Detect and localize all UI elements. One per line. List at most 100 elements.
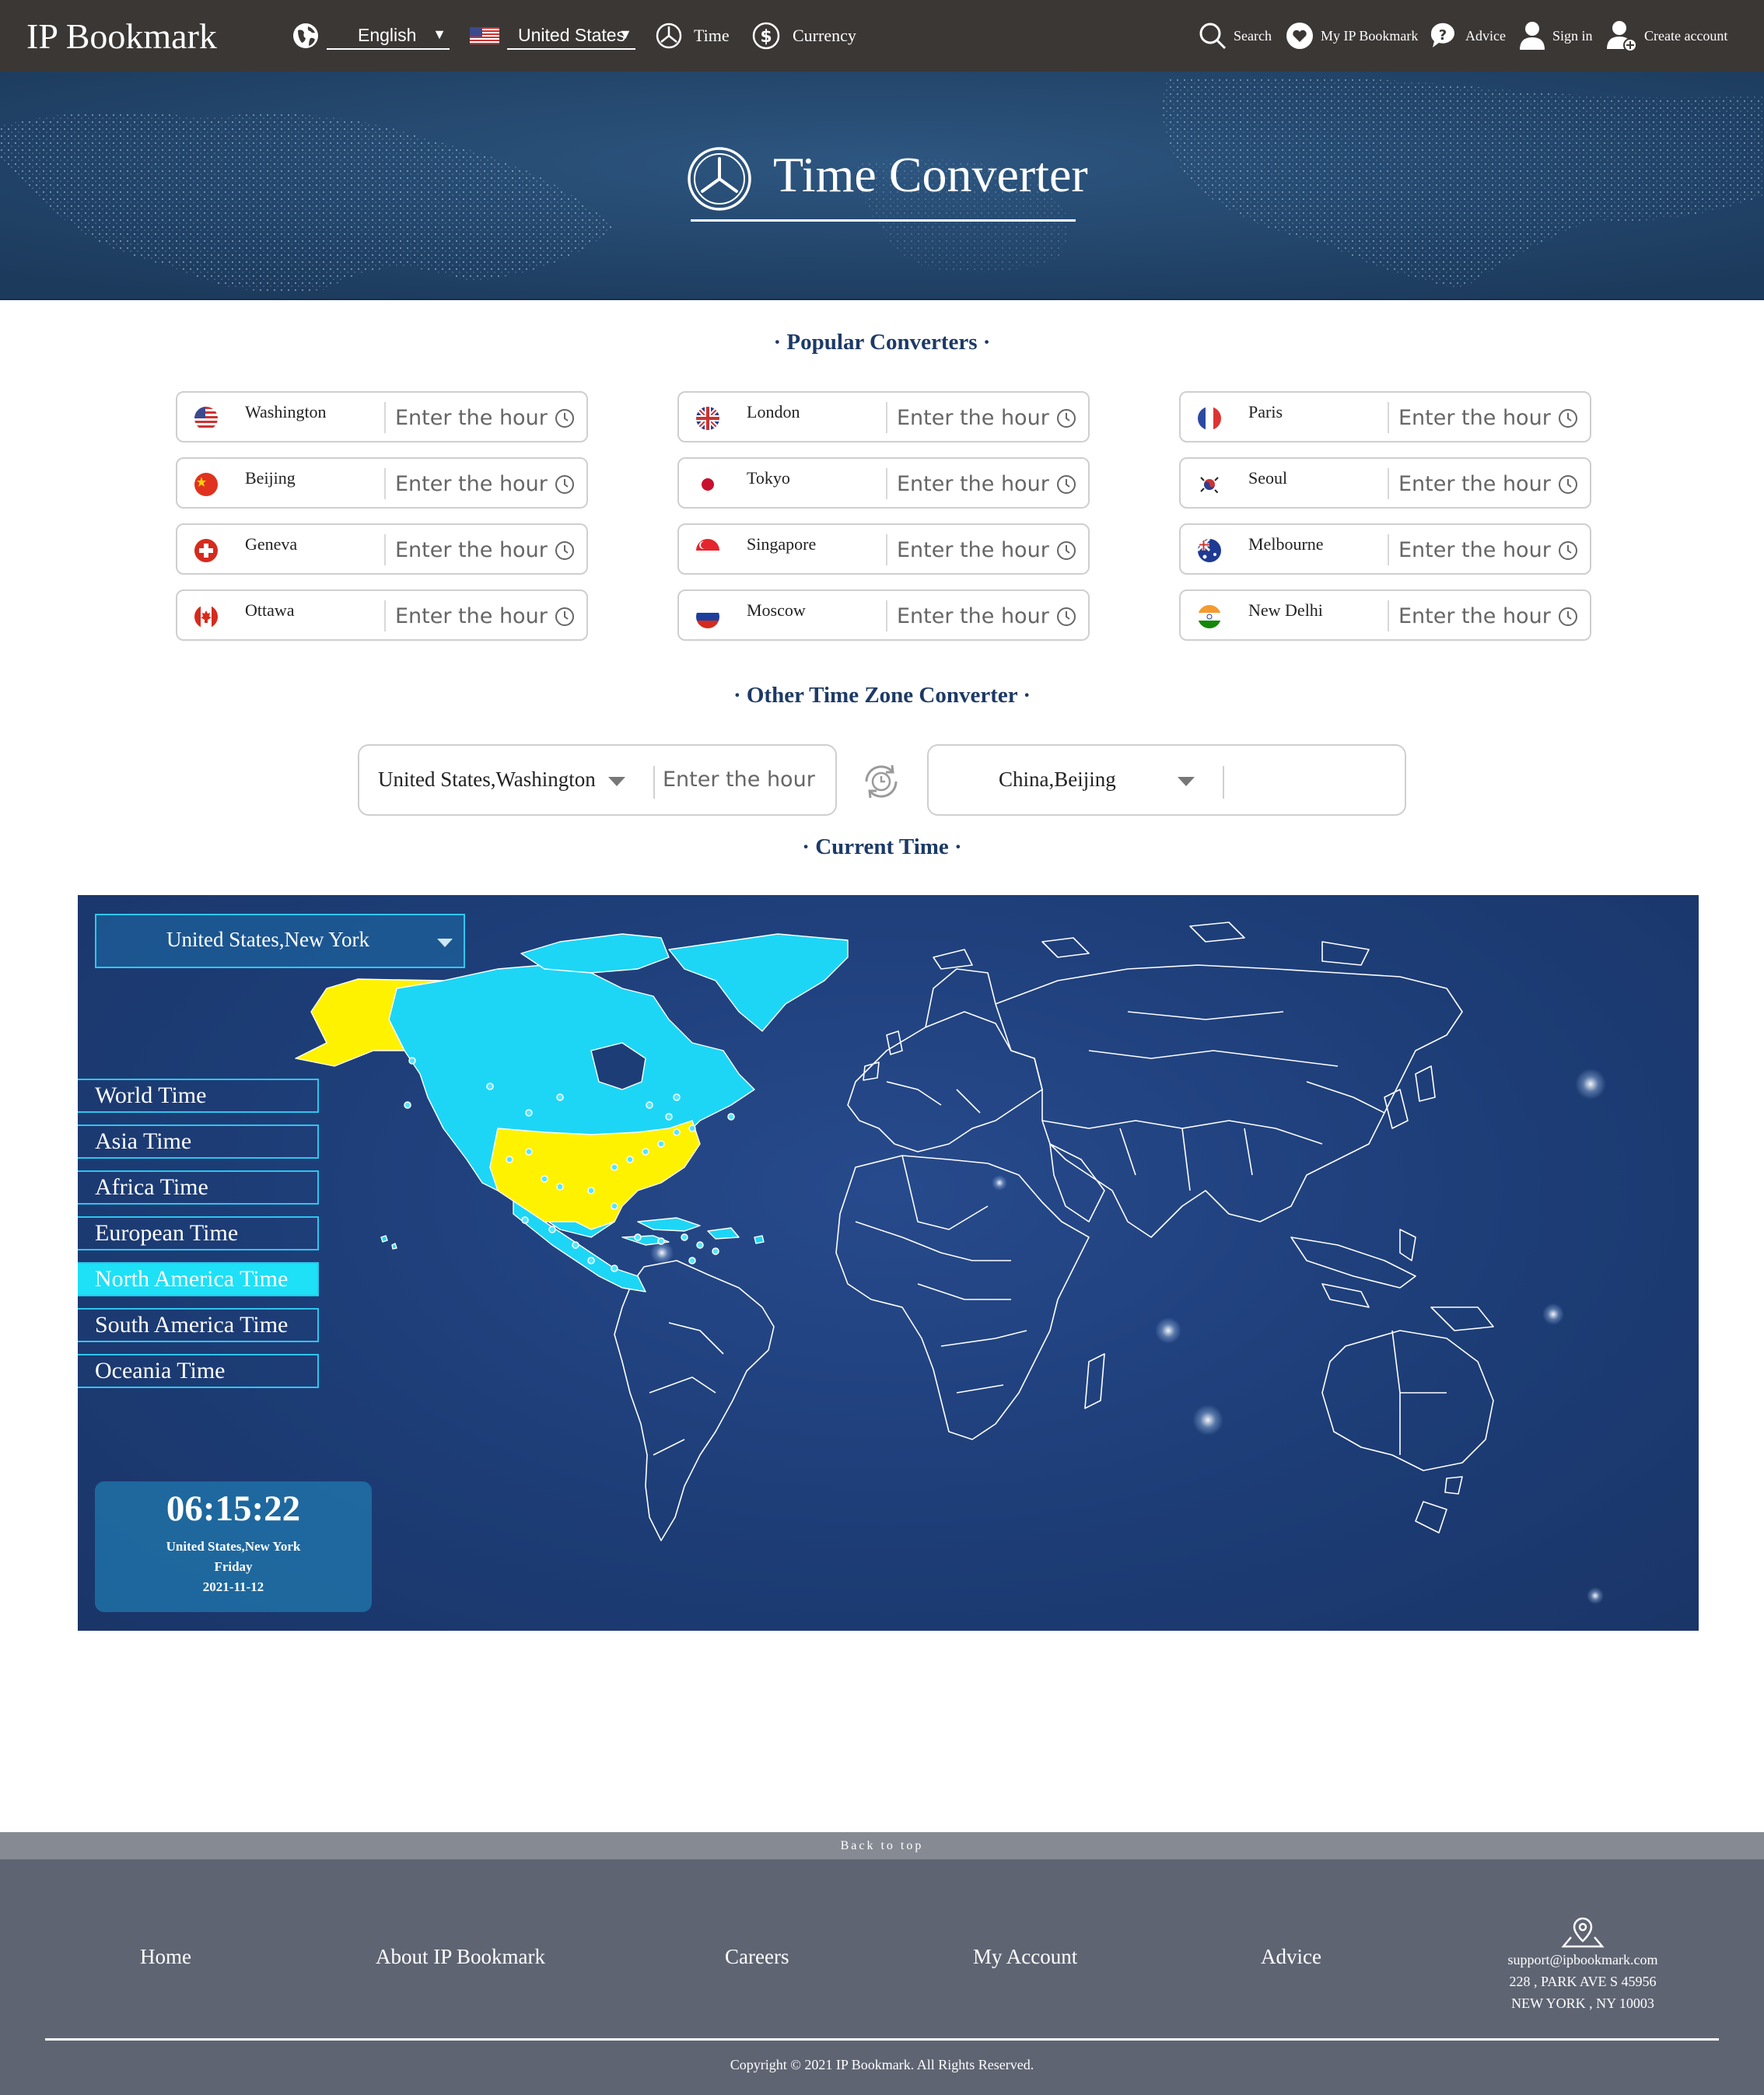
time-nav-link[interactable]: Time	[655, 0, 730, 72]
converter-card-beijing: Beijing	[176, 457, 588, 509]
hero-banner: Time Converter	[0, 72, 1764, 300]
search-nav-link[interactable]: Search	[1198, 0, 1272, 72]
hour-input[interactable]	[897, 470, 1052, 498]
to-hour-output	[1232, 761, 1388, 800]
svg-text:?: ?	[1439, 27, 1447, 44]
hour-input[interactable]	[1398, 536, 1554, 564]
hour-input[interactable]	[1398, 602, 1554, 630]
region-tab-european-time[interactable]: European Time	[78, 1216, 319, 1250]
region-tab-oceania-time[interactable]: Oceania Time	[78, 1354, 319, 1388]
heart-icon	[1286, 23, 1313, 49]
advice-nav-link[interactable]: ? Advice	[1428, 0, 1506, 72]
from-zone-select[interactable]: United States,Washington	[378, 768, 596, 792]
clock-icon[interactable]	[1557, 540, 1579, 561]
chevron-down-icon: ▼	[432, 26, 446, 42]
footer-link-careers[interactable]: Careers	[725, 1945, 789, 1969]
divider	[886, 534, 887, 565]
top-navigation-bar: IP Bookmark English ▼ United States ▼ Ti…	[0, 0, 1764, 72]
converter-city-label: Beijing	[245, 468, 296, 488]
divider	[1388, 402, 1389, 433]
hour-input[interactable]	[1398, 470, 1554, 498]
clock-icon[interactable]	[1557, 407, 1579, 429]
converter-city-label: Washington	[245, 402, 327, 421]
region-tab-asia-time[interactable]: Asia Time	[78, 1124, 319, 1159]
country-value: United States	[518, 24, 626, 45]
to-converter-box: China,Beijing	[927, 744, 1406, 816]
clock-icon[interactable]	[1055, 540, 1077, 561]
footer-address-line1: 228 , PARK AVE S 45956	[1509, 1974, 1657, 1989]
hour-input[interactable]	[1398, 404, 1554, 432]
sign-in-nav-label: Sign in	[1552, 27, 1593, 44]
divider	[384, 600, 386, 631]
my-bookmark-nav-link[interactable]: My IP Bookmark	[1285, 0, 1418, 72]
clock-icon[interactable]	[1055, 474, 1077, 495]
us-flag-icon	[470, 0, 499, 72]
currency-nav-link[interactable]: $ Currency	[751, 0, 856, 72]
back-to-top-button[interactable]: Back to top	[0, 1832, 1764, 1859]
region-tab-north-america-time[interactable]: North America Time	[78, 1262, 319, 1296]
region-tab-south-america-time[interactable]: South America Time	[78, 1308, 319, 1342]
site-logo[interactable]: IP Bookmark	[26, 16, 217, 57]
clock-icon[interactable]	[1055, 606, 1077, 628]
footer-link-advice[interactable]: Advice	[1261, 1945, 1321, 1969]
region-tab-africa-time[interactable]: Africa Time	[78, 1170, 319, 1205]
country-select[interactable]: United States ▼	[507, 22, 635, 50]
location-select[interactable]: United States,New York	[95, 914, 465, 968]
from-hour-input[interactable]	[663, 768, 818, 792]
create-account-nav-label: Create account	[1644, 27, 1728, 44]
converter-card-tokyo: Tokyo	[677, 457, 1090, 509]
chevron-down-icon[interactable]	[608, 777, 625, 786]
language-value: English	[358, 24, 417, 45]
clock-icon[interactable]	[554, 407, 576, 429]
divider	[1223, 766, 1224, 799]
converter-card-melbourne: Melbourne	[1179, 523, 1591, 575]
converter-city-label: Tokyo	[747, 468, 790, 488]
add-user-icon	[1607, 21, 1637, 52]
current-time-day: Friday	[214, 1559, 253, 1574]
converter-city-label: Geneva	[245, 534, 298, 554]
create-account-nav-link[interactable]: Create account	[1607, 0, 1727, 72]
globe-icon	[291, 0, 320, 72]
popular-converters-title: · Popular Converters ·	[773, 330, 991, 355]
chevron-down-icon	[437, 939, 453, 947]
hour-input[interactable]	[395, 602, 551, 630]
ca-flag-icon	[194, 605, 218, 628]
divider	[384, 468, 386, 499]
time-icon	[656, 23, 682, 49]
footer-link-home[interactable]: Home	[140, 1945, 191, 1969]
world-map-panel: United States,New York World Time Asia Ti…	[78, 895, 1699, 1631]
clock-icon[interactable]	[554, 606, 576, 628]
converter-city-label: London	[747, 402, 800, 421]
divider	[384, 534, 386, 565]
hour-input[interactable]	[395, 536, 551, 564]
divider	[384, 402, 386, 433]
divider	[886, 600, 887, 631]
converter-card-london: London	[677, 391, 1090, 442]
region-tab-world-time[interactable]: World Time	[78, 1079, 319, 1113]
footer-link-about[interactable]: About IP Bookmark	[376, 1945, 545, 1969]
clock-icon[interactable]	[1557, 606, 1579, 628]
current-time-value: 06:15:22	[166, 1488, 301, 1529]
hour-input[interactable]	[395, 470, 551, 498]
gb-flag-icon	[696, 407, 719, 430]
footer-link-my-account[interactable]: My Account	[973, 1945, 1077, 1969]
search-icon	[1199, 23, 1227, 50]
clock-icon[interactable]	[1055, 407, 1077, 429]
location-pin-icon	[1561, 1917, 1605, 1948]
hour-input[interactable]	[395, 404, 551, 432]
hour-input[interactable]	[897, 536, 1052, 564]
kr-flag-icon	[1198, 473, 1221, 496]
chevron-down-icon[interactable]	[1178, 777, 1195, 786]
advice-icon: ?	[1430, 23, 1454, 47]
sign-in-nav-link[interactable]: Sign in	[1518, 0, 1593, 72]
clock-icon[interactable]	[554, 474, 576, 495]
footer-email[interactable]: support@ipbookmark.com	[1486, 1949, 1680, 1971]
clock-icon[interactable]	[1557, 474, 1579, 495]
clock-icon[interactable]	[554, 540, 576, 561]
hour-input[interactable]	[897, 602, 1052, 630]
current-time-title: · Current Time ·	[802, 834, 962, 859]
to-zone-select[interactable]: China,Beijing	[999, 768, 1116, 792]
language-select[interactable]: English ▼	[327, 22, 450, 50]
swap-icon[interactable]	[859, 759, 904, 804]
hour-input[interactable]	[897, 404, 1052, 432]
